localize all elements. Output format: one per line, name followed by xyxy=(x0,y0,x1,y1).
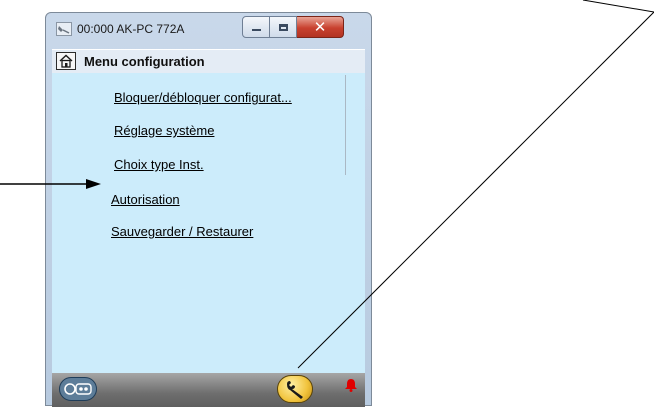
app-icon xyxy=(56,22,72,36)
menu-title: Menu configuration xyxy=(84,54,205,69)
wrench-button[interactable] xyxy=(277,375,313,403)
key-button[interactable] xyxy=(59,377,97,401)
home-icon xyxy=(59,54,73,68)
menu-item-sauvegarder-restaurer[interactable]: Sauvegarder / Restaurer xyxy=(111,224,253,239)
maximize-button[interactable] xyxy=(270,16,297,38)
menu-item-choix-type-inst[interactable]: Choix type Inst. xyxy=(114,157,204,172)
close-button[interactable]: ✕ xyxy=(297,16,344,38)
menu-item-bloquer-configuration[interactable]: Bloquer/débloquer configurat... xyxy=(114,90,292,105)
window-title: 00:000 AK-PC 772A xyxy=(77,22,185,36)
close-icon: ✕ xyxy=(313,17,327,36)
bell-icon[interactable] xyxy=(344,378,358,392)
title-bar: 00:000 AK-PC 772A ✕ xyxy=(46,13,371,43)
menu-content: Bloquer/débloquer configurat... Réglage … xyxy=(52,73,365,373)
maximize-icon xyxy=(278,23,288,31)
menu-item-reglage-systeme[interactable]: Réglage système xyxy=(114,123,214,138)
wrench-icon xyxy=(287,381,303,399)
bottom-bar xyxy=(52,373,365,407)
menu-item-autorisation[interactable]: Autorisation xyxy=(111,192,180,207)
minimize-button[interactable] xyxy=(242,16,270,38)
menu-header: Menu configuration xyxy=(52,49,365,74)
key-icon xyxy=(64,383,92,395)
home-button[interactable] xyxy=(56,52,76,70)
window-controls: ✕ xyxy=(242,16,344,40)
minimize-icon xyxy=(251,29,261,31)
scroll-divider xyxy=(345,75,346,175)
app-window: 00:000 AK-PC 772A ✕ Menu configuration B… xyxy=(45,12,372,407)
